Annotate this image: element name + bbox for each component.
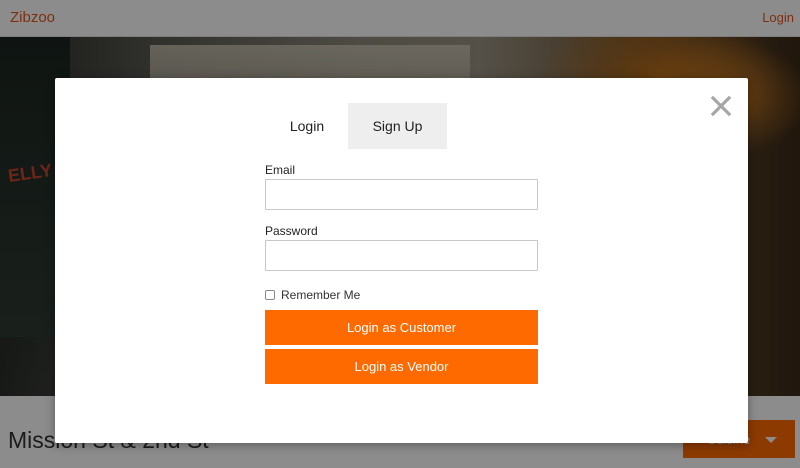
- remember-me-row: Remember Me: [265, 287, 538, 303]
- close-icon-glyph: [710, 95, 732, 117]
- remember-me-checkbox[interactable]: [265, 290, 275, 300]
- email-label: Email: [265, 163, 296, 177]
- password-label: Password: [265, 224, 318, 238]
- tab-login[interactable]: Login: [266, 103, 348, 149]
- email-group: Email: [265, 163, 538, 210]
- remember-me-label[interactable]: Remember Me: [281, 288, 360, 302]
- password-field[interactable]: [265, 240, 538, 271]
- login-vendor-button[interactable]: Login as Vendor: [265, 349, 538, 384]
- login-customer-button[interactable]: Login as Customer: [265, 310, 538, 345]
- login-modal: Login Sign Up Email Password Remember Me…: [55, 78, 748, 443]
- login-form: Email Password Remember Me Login as Cust…: [265, 163, 538, 384]
- close-icon[interactable]: [709, 94, 733, 118]
- tab-sign-up[interactable]: Sign Up: [348, 103, 447, 149]
- email-field[interactable]: [265, 179, 538, 210]
- password-group: Password: [265, 224, 538, 271]
- auth-tabs: Login Sign Up: [266, 103, 447, 149]
